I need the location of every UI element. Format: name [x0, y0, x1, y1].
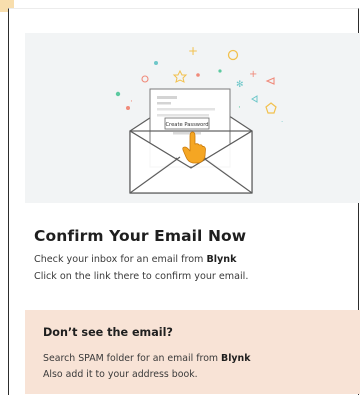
svg-text:·: ·	[130, 97, 133, 107]
svg-text:✻: ✻	[236, 80, 244, 90]
email-confirmation-card: + + ✻ · · · Create Password Confirm Your…	[8, 8, 360, 395]
help-box-title: Don’t see the email?	[43, 326, 173, 339]
page-title: Confirm Your Email Now	[34, 227, 247, 245]
brand-name: Blynk	[206, 254, 237, 265]
brand-name: Blynk	[221, 353, 251, 364]
help-box-line-2: Also add it to your address book.	[43, 369, 198, 380]
help-text: Search SPAM folder for an email from	[43, 353, 222, 364]
email-illustration: + + ✻ · · · Create Password	[115, 44, 283, 194]
svg-text:·: ·	[238, 103, 241, 113]
instruction-line-1: Check your inbox for an email from Blynk	[34, 254, 237, 265]
svg-text:+: +	[249, 69, 257, 80]
instruction-text: Check your inbox for an email from	[34, 254, 207, 265]
help-box-line-1: Search SPAM folder for an email from Bly…	[43, 353, 250, 364]
svg-text:+: +	[188, 44, 198, 58]
illustration-panel: + + ✻ · · · Create Password	[25, 33, 360, 203]
instruction-line-2: Click on the link there to confirm your …	[34, 271, 249, 282]
svg-text:·: ·	[281, 118, 283, 126]
help-box: Don’t see the email? Search SPAM folder …	[25, 310, 360, 394]
create-password-button: Create Password	[165, 122, 208, 128]
